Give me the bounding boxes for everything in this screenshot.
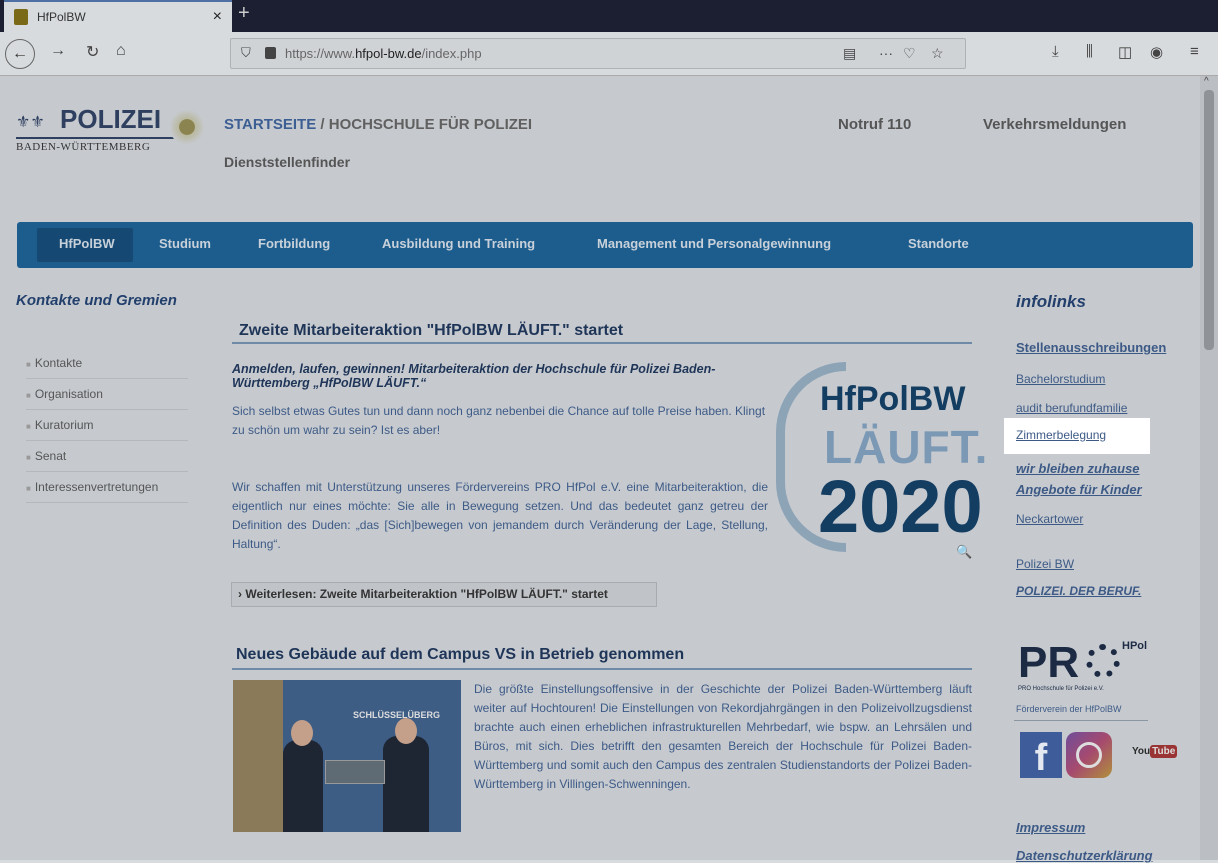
- article1-intro: Sich selbst etwas Gutes tun und dann noc…: [232, 404, 766, 437]
- menu-item-studium[interactable]: Studium: [159, 236, 211, 251]
- left-nav-item-kontakte[interactable]: ■ Kontakte: [26, 348, 188, 379]
- tab-close-icon[interactable]: ×: [213, 8, 222, 26]
- left-nav-item-interessenvertretungen[interactable]: ■ Interessenvertretungen: [26, 472, 188, 503]
- left-nav-heading: Kontakte und Gremien: [16, 292, 177, 309]
- tab-strip: HfPolBW × +: [0, 0, 1218, 32]
- pro-logo-letters: PR: [1018, 638, 1080, 687]
- facebook-icon[interactable]: f: [1020, 732, 1062, 779]
- scroll-up-icon[interactable]: ^: [1204, 76, 1209, 87]
- article2-title[interactable]: Neues Gebäude auf dem Campus VS in Betri…: [236, 646, 684, 664]
- foerderverein-divider: [1014, 720, 1148, 721]
- bookmark-star-icon[interactable]: ☆: [931, 45, 944, 62]
- sidebar-icon[interactable]: ◫: [1118, 43, 1132, 61]
- link-stellenausschreibungen[interactable]: Stellenausschreibungen: [1016, 340, 1166, 355]
- hfpolbw-laeuft-badge[interactable]: HfPolBW LÄUFT. 2020 🔍: [770, 358, 987, 560]
- link-angebote-fuer-kinder[interactable]: Angebote für Kinder: [1016, 482, 1142, 497]
- campus-building-photo[interactable]: SCHLÜSSELÜBERG: [233, 680, 461, 832]
- article2-body: Die größte Einstellungsoffensive in der …: [474, 682, 972, 791]
- photo-head-left: [291, 720, 313, 746]
- youtube-tube: Tube: [1150, 745, 1178, 758]
- menu-item-hfpolbw[interactable]: HfPolBW: [59, 236, 115, 251]
- article2-title-underline: [232, 668, 972, 670]
- photo-person-left: [283, 740, 323, 832]
- verkehrsmeldungen-link[interactable]: Verkehrsmeldungen: [983, 116, 1126, 133]
- instagram-icon[interactable]: [1066, 732, 1112, 778]
- left-nav-item-senat[interactable]: ■ Senat: [26, 441, 188, 472]
- url-text[interactable]: https://www.hfpol-bw.de/index.php: [285, 46, 482, 61]
- reload-icon[interactable]: ↻: [86, 42, 99, 62]
- forward-icon[interactable]: →: [50, 42, 66, 60]
- link-zimmerbelegung[interactable]: Zimmerbelegung: [1016, 428, 1106, 442]
- breadcrumb: STARTSEITE / HOCHSCHULE FÜR POLIZEI: [224, 116, 532, 133]
- left-nav-item-organisation[interactable]: ■ Organisation: [26, 379, 188, 410]
- logo-subtitle: BADEN-WÜRTTEMBERG: [16, 141, 151, 153]
- url-bar[interactable]: ⛉ https://www.hfpol-bw.de/index.php ▤ ··…: [230, 38, 966, 69]
- main-menu: HfPolBW Studium Fortbildung Ausbildung u…: [17, 222, 1193, 268]
- photo-head-right: [395, 718, 417, 744]
- article1-subtitle: Anmelden, laufen, gewinnen! Mitarbeitera…: [232, 362, 716, 390]
- navigation-toolbar: ← → ↻ ⌂ ⛉ https://www.hfpol-bw.de/index.…: [0, 32, 1218, 76]
- gear-icon: [1086, 644, 1120, 678]
- article1-title-underline: [232, 342, 972, 344]
- menu-item-fortbildung[interactable]: Fortbildung: [258, 236, 330, 251]
- lion-emblem-icon: ⚜⚜: [16, 114, 45, 131]
- badge-line3: 2020: [818, 465, 983, 548]
- zoom-magnifier-icon[interactable]: 🔍: [956, 544, 972, 560]
- link-polizei-der-beruf[interactable]: POLIZEI. DER BERUF.: [1016, 584, 1141, 598]
- menu-item-ausbildung[interactable]: Ausbildung und Training: [382, 236, 535, 251]
- pro-hfpol-logo[interactable]: PR HPol PRO Hochschule für Polizei e.V.: [1014, 638, 1148, 694]
- link-bachelorstudium[interactable]: Bachelorstudium: [1016, 372, 1105, 386]
- instagram-ring: [1076, 742, 1102, 768]
- logo-divider: [16, 137, 176, 139]
- pro-logo-small-text: PRO Hochschule für Polizei e.V.: [1018, 686, 1104, 692]
- home-icon[interactable]: ⌂: [116, 42, 126, 60]
- article1-read-more-button[interactable]: › Weiterlesen: Zweite Mitarbeiteraktion …: [231, 582, 657, 607]
- left-nav: ■ Kontakte ■ Organisation ■ Kuratorium ■ Sen…: [26, 348, 188, 503]
- badge-line1: HfPolBW: [820, 380, 966, 418]
- tab-title: HfPolBW: [37, 10, 86, 24]
- tab-hfpolbw[interactable]: HfPolBW ×: [4, 0, 232, 32]
- breadcrumb-separator: /: [316, 116, 329, 133]
- pro-logo-side-text: HPol: [1122, 640, 1148, 652]
- menu-item-standorte[interactable]: Standorte: [908, 236, 969, 251]
- zimmerbelegung-highlight: Zimmerbelegung: [1004, 418, 1150, 454]
- article1-body: Wir schaffen mit Unterstützung unseres F…: [232, 480, 768, 551]
- library-icon[interactable]: ⫼: [1086, 43, 1093, 60]
- link-polizei-bw[interactable]: Polizei BW: [1016, 557, 1074, 571]
- page-content: ^ POLIZEI BADEN-WÜRTTEMBERG ⚜⚜ STARTSEIT…: [0, 76, 1218, 863]
- site-favicon-icon: [14, 9, 28, 25]
- youtube-icon[interactable]: You Tube: [1132, 745, 1178, 758]
- lock-icon[interactable]: [265, 47, 276, 59]
- new-tab-icon[interactable]: +: [238, 2, 250, 25]
- reader-icon[interactable]: ▤: [843, 45, 856, 62]
- download-icon[interactable]: ⤓: [1052, 43, 1059, 60]
- photo-sign-text: SCHLÜSSELÜBERG: [353, 710, 441, 720]
- back-icon[interactable]: ←: [5, 39, 35, 69]
- menu-item-management[interactable]: Management und Personalgewinnung: [597, 236, 831, 251]
- left-nav-item-kuratorium[interactable]: ■ Kuratorium: [26, 410, 188, 441]
- photo-key-box: [325, 760, 385, 784]
- article1-title[interactable]: Zweite Mitarbeiteraktion "HfPolBW LÄUFT.…: [239, 322, 623, 340]
- more-icon[interactable]: ···: [879, 45, 893, 61]
- photo-person-right: [383, 736, 429, 832]
- foerderverein-label[interactable]: Förderverein der HfPolBW: [1016, 704, 1122, 714]
- account-icon[interactable]: ◉: [1150, 43, 1163, 61]
- link-wir-bleiben-zuhause[interactable]: wir bleiben zuhause: [1016, 461, 1140, 476]
- shield-icon[interactable]: ⛉: [241, 45, 251, 61]
- breadcrumb-home-link[interactable]: STARTSEITE: [224, 116, 316, 133]
- vertical-scrollbar[interactable]: ^: [1200, 76, 1218, 860]
- link-audit-berufundfamilie[interactable]: audit berufundfamilie: [1016, 401, 1127, 415]
- link-impressum[interactable]: Impressum: [1016, 820, 1085, 835]
- police-star-icon: [170, 108, 204, 146]
- dienststellenfinder-link[interactable]: Dienststellenfinder: [224, 154, 350, 170]
- breadcrumb-current: HOCHSCHULE FÜR POLIZEI: [328, 116, 533, 133]
- link-neckartower[interactable]: Neckartower: [1016, 512, 1083, 526]
- scrollbar-thumb[interactable]: [1204, 90, 1214, 350]
- menu-icon[interactable]: ≡: [1190, 43, 1199, 60]
- link-datenschutzerklaerung[interactable]: Datenschutzerklärung: [1016, 848, 1153, 863]
- notruf-link[interactable]: Notruf 110: [838, 116, 911, 133]
- pocket-icon[interactable]: ♡: [903, 45, 916, 62]
- infolinks-heading: infolinks: [1016, 292, 1086, 311]
- youtube-you: You: [1132, 746, 1151, 757]
